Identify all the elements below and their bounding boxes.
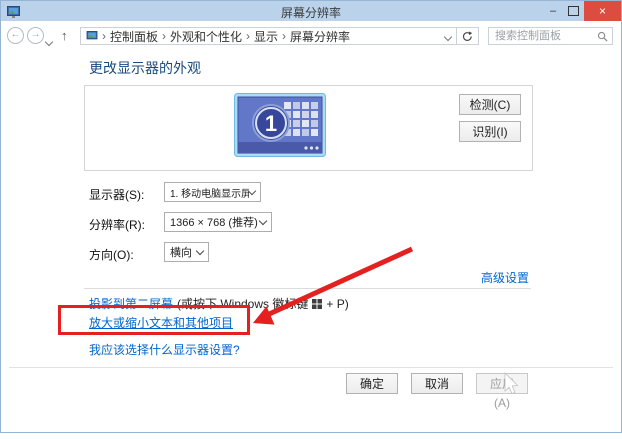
display-select-value: 1. 移动电脑显示屏 xyxy=(170,185,249,200)
breadcrumb-item-display[interactable]: 显示 xyxy=(254,28,278,45)
recent-pages-dropdown[interactable] xyxy=(46,32,52,50)
resolution-select[interactable]: 1366 × 768 (推荐) xyxy=(164,212,272,232)
close-button[interactable]: × xyxy=(584,1,621,21)
display-select[interactable]: 1. 移动电脑显示屏 xyxy=(164,182,261,202)
refresh-button[interactable] xyxy=(456,27,479,45)
location-icon xyxy=(86,31,98,41)
annotation-highlight-box xyxy=(58,305,250,335)
apply-button[interactable]: 应用(A) xyxy=(476,373,528,394)
breadcrumb-separator: › xyxy=(282,29,286,43)
forward-button[interactable]: → xyxy=(27,27,44,44)
maximize-button[interactable] xyxy=(565,1,581,21)
address-bar[interactable]: › 控制面板 › 外观和个性化 › 显示 › 屏幕分辨率 xyxy=(80,27,457,45)
forward-icon: → xyxy=(31,29,41,40)
search-box xyxy=(488,27,613,45)
search-input[interactable] xyxy=(493,29,597,43)
up-icon: ↑ xyxy=(61,28,68,43)
close-icon: × xyxy=(599,4,606,18)
search-icon xyxy=(597,31,608,42)
up-button[interactable]: ↑ xyxy=(61,28,68,43)
maximize-icon xyxy=(568,6,579,16)
breadcrumb-item-control-panel[interactable]: 控制面板 xyxy=(110,28,158,45)
screen-resolution-window: 屏幕分辨率 – × ← → ↑ › 控制面板 › 外观和个性化 › 显示 › 屏… xyxy=(0,0,622,433)
cancel-button[interactable]: 取消 xyxy=(411,373,463,394)
project-hint-post: + P) xyxy=(326,297,348,311)
breadcrumb-item-appearance[interactable]: 外观和个性化 xyxy=(170,28,242,45)
orientation-label: 方向(O): xyxy=(89,246,134,263)
orientation-select-value: 横向 xyxy=(170,244,192,260)
identify-button[interactable]: 识别(I) xyxy=(459,121,521,142)
chevron-down-icon xyxy=(196,247,204,255)
address-dropdown[interactable] xyxy=(445,29,451,43)
chevron-down-icon xyxy=(45,38,53,46)
monitor-1-preview[interactable]: 1 xyxy=(234,93,326,157)
divider xyxy=(9,367,613,368)
minimize-button[interactable]: – xyxy=(545,1,561,21)
orientation-select[interactable]: 横向 xyxy=(164,242,209,262)
resolution-select-value: 1366 × 768 (推荐) xyxy=(170,214,258,230)
breadcrumb-item-screen-resolution[interactable]: 屏幕分辨率 xyxy=(290,28,350,45)
detect-button[interactable]: 检测(C) xyxy=(459,94,521,115)
divider xyxy=(84,288,531,289)
title-bar: 屏幕分辨率 – × xyxy=(1,1,621,21)
breadcrumb-separator: › xyxy=(162,29,166,43)
refresh-icon xyxy=(462,31,473,42)
display-settings-help-link[interactable]: 我应该选择什么显示器设置? xyxy=(89,341,240,358)
breadcrumb-separator: › xyxy=(102,29,106,43)
chevron-down-icon xyxy=(444,33,452,41)
resolution-label: 分辨率(R): xyxy=(89,216,145,233)
back-button[interactable]: ← xyxy=(7,27,24,44)
ok-button[interactable]: 确定 xyxy=(346,373,398,394)
monitor-number-label: 1 xyxy=(265,111,277,136)
advanced-settings-link[interactable]: 高级设置 xyxy=(481,269,529,286)
windows-logo-icon xyxy=(312,299,322,309)
breadcrumb-separator: › xyxy=(246,29,250,43)
back-icon: ← xyxy=(11,29,21,40)
minimize-icon: – xyxy=(550,5,556,17)
chevron-down-icon xyxy=(259,217,267,225)
window-title: 屏幕分辨率 xyxy=(1,4,621,21)
display-label: 显示器(S): xyxy=(89,186,144,203)
page-title: 更改显示器的外观 xyxy=(89,58,201,78)
